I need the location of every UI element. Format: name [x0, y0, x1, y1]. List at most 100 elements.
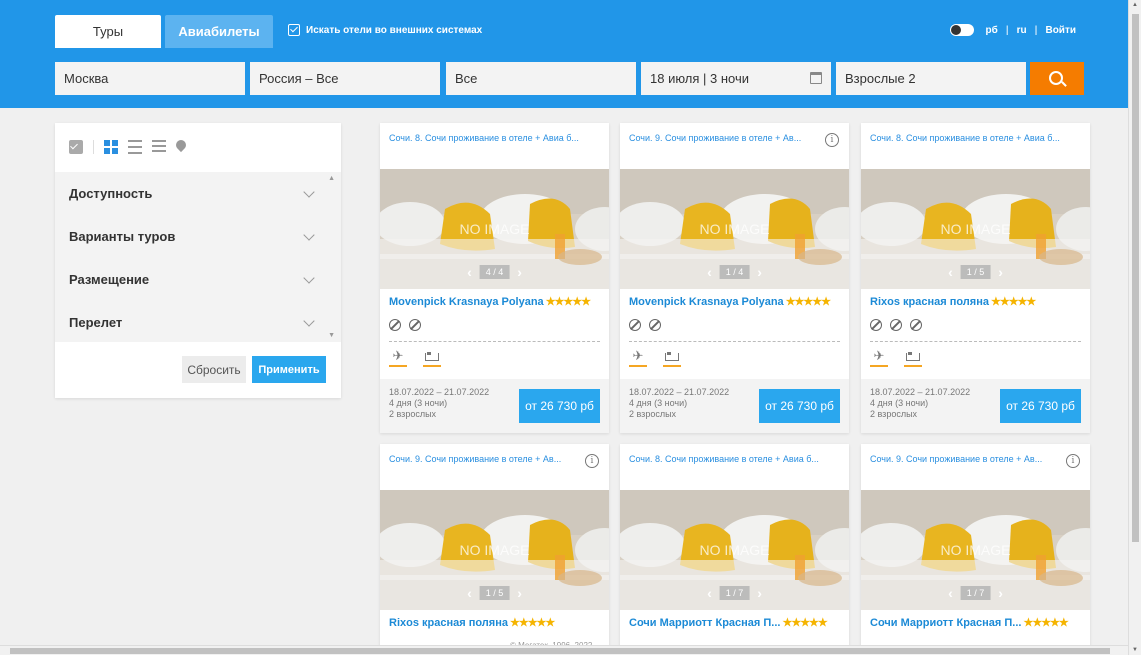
destination-field[interactable]: Россия – Все [250, 62, 440, 95]
hotel-name[interactable]: Сочи Марриотт Красная П... ★★★★★ [870, 616, 1082, 629]
guests: 2 взрослых [629, 409, 677, 419]
chevron-right-icon[interactable]: › [517, 585, 522, 601]
filter-flight[interactable]: Перелет [55, 301, 341, 344]
hotel-name[interactable]: Сочи Марриотт Красная П... ★★★★★ [629, 616, 841, 629]
hotel-name-text: Rixos красная поляна [870, 296, 989, 308]
filter-label: Доступность [69, 186, 153, 201]
amenities [629, 319, 661, 331]
scroll-down-arrow-icon[interactable]: ▼ [1132, 647, 1138, 653]
calendar-icon[interactable] [810, 72, 822, 84]
checklist-view-icon[interactable] [69, 140, 83, 154]
tour-title[interactable]: Сочи. 8. Сочи проживание в отеле + Авиа … [629, 454, 841, 464]
tourists-field[interactable]: Взрослые 2 [836, 62, 1026, 95]
tab-tours[interactable]: Туры [55, 15, 161, 48]
price-button[interactable]: от 26 730 рб [759, 389, 840, 423]
hotel-name[interactable]: Movenpick Krasnaya Polyana ★★★★★ [389, 295, 601, 308]
dates-field[interactable]: 18 июля | 3 ночи [641, 62, 831, 95]
tour-card[interactable]: Сочи. 8. Сочи проживание в отеле + Авиа … [861, 123, 1090, 433]
chevron-right-icon[interactable]: › [998, 264, 1003, 280]
star-rating: ★★★★★ [1023, 617, 1068, 629]
not-available-icon [890, 319, 902, 331]
chevron-left-icon[interactable]: ‹ [948, 585, 953, 601]
apply-button[interactable]: Применить [252, 356, 326, 383]
chevron-right-icon[interactable]: › [757, 585, 762, 601]
hotel-photo[interactable]: NO IMAGE ‹ 1 / 7 › [861, 490, 1090, 610]
plane-icon: ✈ [629, 349, 647, 367]
scroll-up-arrow-icon[interactable]: ▲ [1132, 2, 1138, 8]
duration: 4 дня (3 ночи) [389, 398, 448, 408]
chevron-left-icon[interactable]: ‹ [707, 264, 712, 280]
search-icon [1049, 70, 1063, 85]
chevron-right-icon[interactable]: › [998, 585, 1003, 601]
price-button[interactable]: от 26 730 рб [1000, 389, 1081, 423]
chevron-right-icon[interactable]: › [757, 264, 762, 280]
search-button[interactable] [1030, 62, 1084, 95]
tour-card[interactable]: Сочи. 8. Сочи проживание в отеле + Авиа … [380, 123, 609, 433]
scrollbar-thumb[interactable] [10, 648, 1110, 654]
scroll-down-icon[interactable]: ▼ [328, 332, 335, 339]
hotel-photo[interactable]: NO IMAGE ‹ 4 / 4 › [380, 169, 609, 289]
scroll-up-icon[interactable]: ▲ [328, 175, 335, 182]
hotel-name[interactable]: Movenpick Krasnaya Polyana ★★★★★ [629, 295, 841, 308]
tour-card[interactable]: Сочи. 8. Сочи проживание в отеле + Авиа … [620, 444, 849, 649]
tour-card[interactable]: Сочи. 9. Сочи проживание в отеле + Ав...… [861, 444, 1090, 649]
list-view-icon[interactable] [128, 140, 142, 154]
checkbox-icon[interactable] [288, 24, 300, 36]
chevron-left-icon[interactable]: ‹ [467, 264, 472, 280]
filter-tour-options[interactable]: Варианты туров [55, 215, 341, 258]
duration: 4 дня (3 ночи) [870, 398, 929, 408]
not-available-icon [910, 319, 922, 331]
hotel-photo[interactable]: NO IMAGE ‹ 1 / 5 › [380, 490, 609, 610]
compact-list-view-icon[interactable] [152, 140, 166, 154]
price-button[interactable]: от 26 730 рб [519, 389, 600, 423]
tour-title[interactable]: Сочи. 9. Сочи проживание в отеле + Ав... [629, 133, 841, 143]
chevron-left-icon[interactable]: ‹ [707, 585, 712, 601]
photo-counter: 1 / 5 [960, 265, 991, 279]
tour-dates: 18.07.2022 – 21.07.2022 4 дня (3 ночи) 2 в… [389, 387, 489, 420]
tab-avia[interactable]: Авиабилеты [165, 15, 273, 48]
top-right-controls: рб | ru | Войти [949, 24, 1076, 36]
photo-pager: ‹ 1 / 4 › [707, 264, 762, 280]
hotel-name[interactable]: Rixos красная поляна ★★★★★ [870, 295, 1082, 308]
tour-footer: 18.07.2022 – 21.07.2022 4 дня (3 ночи) 2 в… [380, 379, 609, 433]
currency-label[interactable]: рб [986, 25, 998, 36]
separator: | [1034, 24, 1038, 36]
info-icon[interactable]: i [1066, 454, 1080, 468]
bed-icon [904, 349, 922, 367]
hotel-name[interactable]: Rixos красная поляна ★★★★★ [389, 616, 601, 629]
login-link[interactable]: Войти [1045, 25, 1076, 36]
tour-title[interactable]: Сочи. 8. Сочи проживание в отеле + Авиа … [870, 133, 1082, 143]
filter-availability[interactable]: Доступность [55, 172, 341, 215]
tour-title[interactable]: Сочи. 8. Сочи проживание в отеле + Авиа … [389, 133, 601, 143]
chevron-left-icon[interactable]: ‹ [467, 585, 472, 601]
dates-value: 18 июля | 3 ночи [650, 71, 750, 86]
tour-title[interactable]: Сочи. 9. Сочи проживание в отеле + Ав... [870, 454, 1082, 464]
hotel-name-text: Rixos красная поляна [389, 617, 508, 629]
filter-accommodation[interactable]: Размещение [55, 258, 341, 301]
currency-toggle[interactable] [949, 24, 974, 36]
city-from-field[interactable]: Москва [55, 62, 245, 95]
external-search-toggle[interactable]: Искать отели во внешних системах [288, 24, 482, 36]
info-icon[interactable]: i [585, 454, 599, 468]
info-icon[interactable]: i [825, 133, 839, 147]
grid-view-icon[interactable] [104, 140, 118, 154]
tour-title[interactable]: Сочи. 9. Сочи проживание в отеле + Ав... [389, 454, 601, 464]
tour-card[interactable]: Сочи. 9. Сочи проживание в отеле + Ав...… [380, 444, 609, 649]
photo-pager: ‹ 1 / 5 › [948, 264, 1003, 280]
hotel-photo[interactable]: NO IMAGE ‹ 1 / 4 › [620, 169, 849, 289]
photo-pager: ‹ 1 / 7 › [707, 585, 762, 601]
chevron-right-icon[interactable]: › [517, 264, 522, 280]
hotel-photo[interactable]: NO IMAGE ‹ 1 / 5 › [861, 169, 1090, 289]
horizontal-scrollbar[interactable] [0, 645, 1128, 655]
resort-field[interactable]: Все [446, 62, 636, 95]
hotel-name-text: Movenpick Krasnaya Polyana [629, 296, 784, 308]
scrollbar-thumb[interactable] [1132, 14, 1139, 542]
map-pin-icon[interactable] [176, 140, 186, 154]
photo-pager: ‹ 4 / 4 › [467, 264, 522, 280]
vertical-scrollbar[interactable]: ▲ ▼ [1128, 0, 1141, 655]
hotel-photo[interactable]: NO IMAGE ‹ 1 / 7 › [620, 490, 849, 610]
tour-card[interactable]: Сочи. 9. Сочи проживание в отеле + Ав...… [620, 123, 849, 433]
reset-button[interactable]: Сбросить [182, 356, 246, 383]
chevron-left-icon[interactable]: ‹ [948, 264, 953, 280]
language-link[interactable]: ru [1017, 25, 1027, 36]
